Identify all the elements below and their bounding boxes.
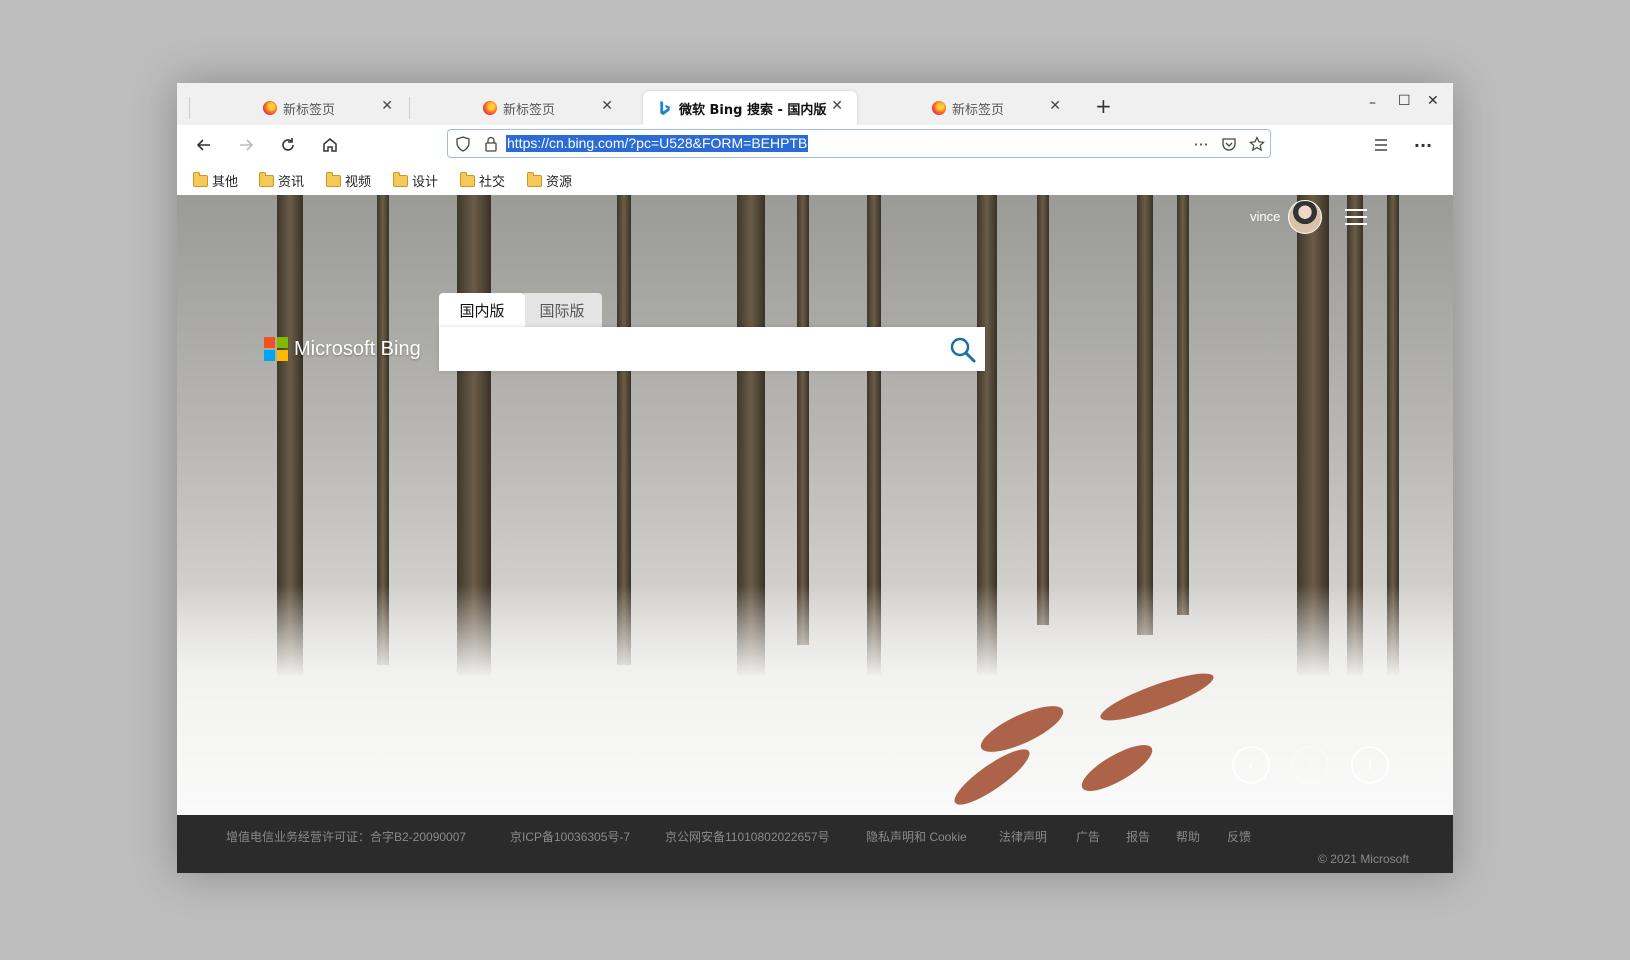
arrow-right-icon bbox=[240, 139, 254, 151]
footer-link-legal[interactable]: 法律声明 bbox=[999, 828, 1047, 845]
forward-button[interactable] bbox=[235, 134, 257, 156]
bookmark-folder-design[interactable]: 设计 bbox=[393, 171, 438, 190]
more-icon: ··· bbox=[1413, 135, 1433, 155]
folder-icon bbox=[193, 171, 208, 187]
folder-icon bbox=[393, 171, 408, 187]
footer-link-report[interactable]: 报告 bbox=[1126, 828, 1150, 845]
footer-link-police[interactable]: 京公网安备11010802022657号 bbox=[665, 828, 830, 845]
copyright: © 2021 Microsoft bbox=[1318, 852, 1409, 866]
home-icon bbox=[323, 138, 337, 152]
bookmark-label: 社交 bbox=[479, 175, 506, 190]
arrow-left-icon bbox=[196, 139, 210, 151]
close-window-button[interactable]: ✕ bbox=[1427, 93, 1439, 109]
microsoft-bing-logo[interactable]: Microsoft Bing bbox=[264, 337, 421, 361]
bookmark-label: 其他 bbox=[212, 175, 239, 190]
chevron-left-icon: ‹ bbox=[1247, 754, 1255, 776]
bookmark-label: 资源 bbox=[546, 175, 573, 190]
search-icon[interactable] bbox=[949, 336, 977, 364]
close-tab-icon[interactable]: ✕ bbox=[601, 98, 613, 114]
firefox-icon bbox=[262, 101, 277, 115]
page-footer: 增值电信业务经营许可证：合字B2-20090007 京ICP备10036305号… bbox=[177, 815, 1453, 873]
new-tab-button[interactable]: + bbox=[1095, 96, 1112, 116]
lock-icon[interactable] bbox=[482, 135, 500, 153]
footer-link-ads[interactable]: 广告 bbox=[1076, 828, 1100, 845]
folder-icon bbox=[460, 171, 475, 187]
footer-link-license[interactable]: 增值电信业务经营许可证：合字B2-20090007 bbox=[226, 828, 466, 845]
tab-strip: 新标签页 ✕ 新标签页 ✕ 微软 Bing 搜索 - 国内版 ✕ 新标签页 ✕ … bbox=[177, 83, 1453, 125]
image-info-button[interactable]: i bbox=[1351, 746, 1389, 784]
chevron-right-icon: › bbox=[1306, 754, 1314, 776]
info-icon: i bbox=[1367, 756, 1373, 774]
url-text[interactable]: https://cn.bing.com/?pc=U528&FORM=BEHPTB bbox=[506, 135, 809, 152]
user-avatar[interactable] bbox=[1288, 200, 1322, 234]
tab-2[interactable]: 新标签页 ✕ bbox=[411, 91, 627, 125]
minimize-button[interactable]: – bbox=[1369, 95, 1376, 111]
bookmark-folder-video[interactable]: 视频 bbox=[326, 171, 371, 190]
firefox-icon bbox=[931, 101, 946, 115]
pocket-icon[interactable] bbox=[1220, 135, 1238, 153]
bookmark-folder-social[interactable]: 社交 bbox=[460, 171, 505, 190]
folder-icon bbox=[259, 171, 274, 187]
footer-link-help[interactable]: 帮助 bbox=[1176, 828, 1200, 845]
reload-button[interactable] bbox=[277, 134, 299, 156]
bookmark-label: 资讯 bbox=[278, 175, 305, 190]
tab-separator bbox=[189, 97, 190, 119]
library-icon bbox=[1375, 139, 1387, 151]
tab-3-active[interactable]: 微软 Bing 搜索 - 国内版 ✕ bbox=[643, 91, 857, 125]
close-tab-icon[interactable]: ✕ bbox=[1049, 98, 1061, 114]
logo-text: Microsoft Bing bbox=[294, 337, 421, 360]
bookmark-folder-resources[interactable]: 资源 bbox=[527, 171, 572, 190]
back-button[interactable] bbox=[193, 134, 215, 156]
tab-international[interactable]: 国际版 bbox=[522, 293, 602, 327]
footer-link-privacy[interactable]: 隐私声明和 Cookie bbox=[866, 828, 967, 845]
hamburger-menu-icon[interactable] bbox=[1345, 209, 1367, 225]
bookmarks-toolbar: 其他 资讯 视频 设计 社交 资源 bbox=[177, 163, 1453, 195]
library-button[interactable] bbox=[1370, 134, 1392, 156]
tab-4[interactable]: 新标签页 ✕ bbox=[861, 91, 1075, 125]
menu-button[interactable]: ··· bbox=[1412, 134, 1434, 156]
navigation-bar: https://cn.bing.com/?pc=U528&FORM=BEHPTB… bbox=[177, 125, 1453, 163]
maximize-button[interactable]: ☐ bbox=[1398, 93, 1411, 109]
tab-title: 微软 Bing 搜索 - 国内版 bbox=[679, 102, 827, 118]
bing-homepage: vince Microsoft Bing 国际版 国内版 ‹ › i bbox=[177, 195, 1453, 815]
home-button[interactable] bbox=[319, 134, 341, 156]
footer-link-icp[interactable]: 京ICP备10036305号-7 bbox=[510, 828, 630, 845]
footer-link-feedback[interactable]: 反馈 bbox=[1227, 828, 1251, 845]
star-bookmark-icon[interactable] bbox=[1248, 135, 1266, 153]
reload-icon bbox=[282, 138, 294, 151]
bookmark-label: 设计 bbox=[412, 175, 439, 190]
search-input[interactable] bbox=[439, 327, 985, 371]
folder-icon bbox=[527, 171, 542, 187]
next-image-button[interactable]: › bbox=[1291, 746, 1329, 784]
tab-title: 新标签页 bbox=[282, 102, 335, 118]
folder-icon bbox=[326, 171, 341, 187]
tab-title: 新标签页 bbox=[502, 102, 555, 118]
bookmark-folder-other[interactable]: 其他 bbox=[193, 171, 238, 190]
microsoft-logo-icon bbox=[264, 337, 288, 361]
tab-separator bbox=[409, 97, 410, 119]
close-tab-icon[interactable]: ✕ bbox=[381, 98, 393, 114]
shield-icon[interactable] bbox=[454, 135, 472, 153]
user-name[interactable]: vince bbox=[1250, 209, 1280, 224]
bookmark-label: 视频 bbox=[345, 175, 372, 190]
previous-image-button[interactable]: ‹ bbox=[1232, 746, 1270, 784]
firefox-icon bbox=[482, 101, 497, 115]
tab-domestic[interactable]: 国内版 bbox=[439, 293, 525, 327]
page-actions-icon[interactable]: ··· bbox=[1192, 135, 1210, 154]
bookmark-folder-news[interactable]: 资讯 bbox=[259, 171, 304, 190]
close-tab-icon[interactable]: ✕ bbox=[831, 98, 843, 114]
tab-title: 新标签页 bbox=[951, 102, 1004, 118]
bing-icon bbox=[660, 100, 670, 115]
browser-window: 新标签页 ✕ 新标签页 ✕ 微软 Bing 搜索 - 国内版 ✕ 新标签页 ✕ … bbox=[177, 83, 1453, 873]
address-bar[interactable]: https://cn.bing.com/?pc=U528&FORM=BEHPTB… bbox=[447, 129, 1271, 158]
tab-1[interactable]: 新标签页 ✕ bbox=[191, 91, 407, 125]
